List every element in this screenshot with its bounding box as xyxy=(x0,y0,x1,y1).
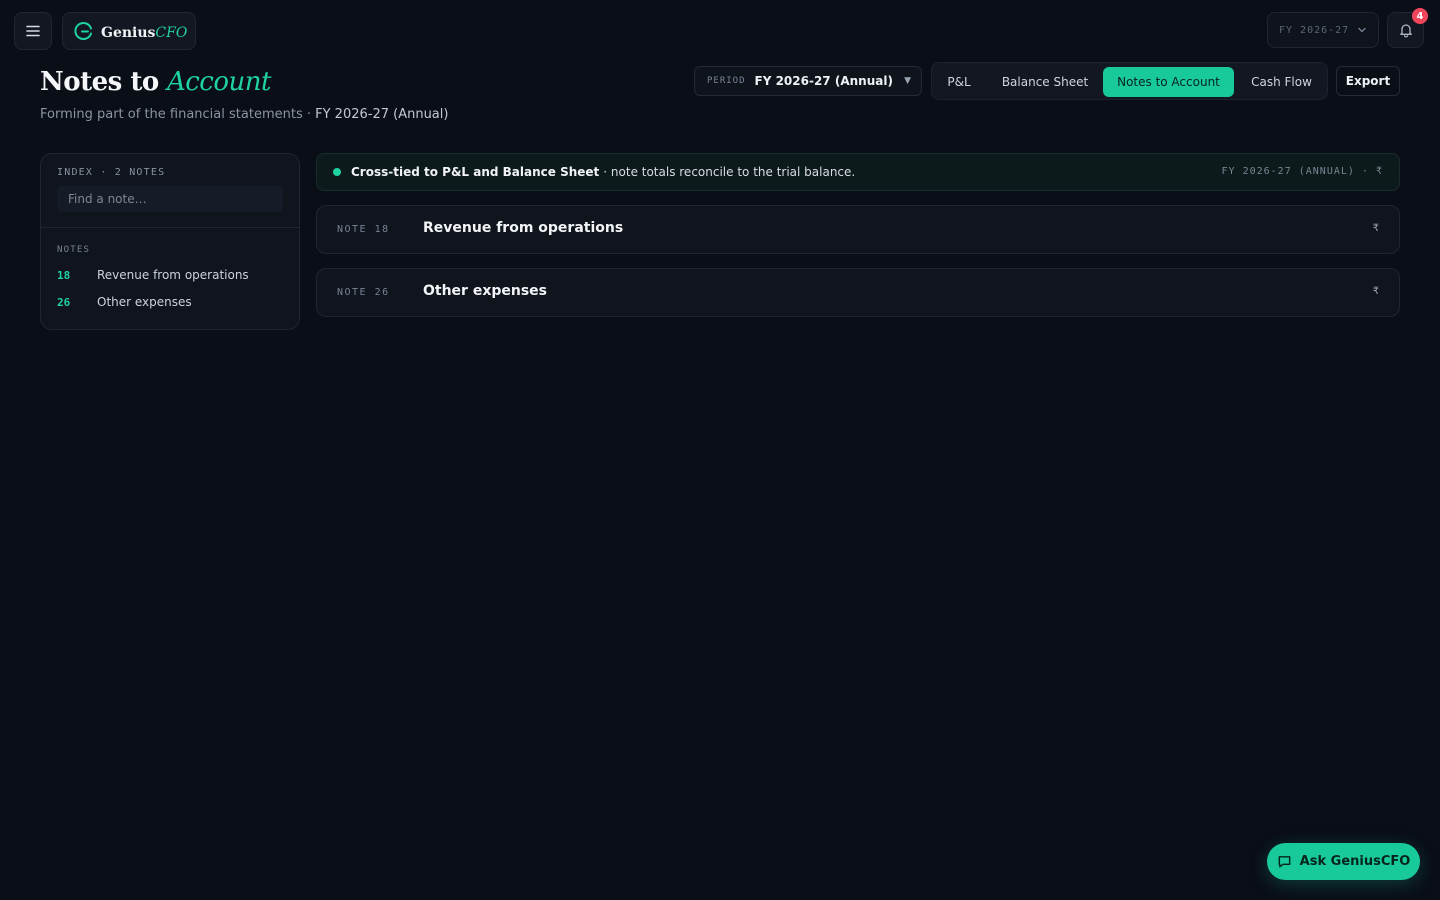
page-title: Notes to Account xyxy=(40,64,271,100)
hamburger-icon xyxy=(26,25,40,37)
tab-notes-to-account[interactable]: Notes to Account xyxy=(1103,67,1234,97)
note-card-18[interactable]: NOTE 18 Revenue from operations ₹ xyxy=(316,205,1400,254)
tab-balance-sheet[interactable]: Balance Sheet xyxy=(990,67,1100,97)
tab-cash-flow[interactable]: Cash Flow xyxy=(1241,67,1322,97)
note-tag: NOTE 18 xyxy=(337,224,390,235)
fy-selector[interactable]: FY 2026-27 xyxy=(1267,12,1379,48)
sidebar-item-label: Other expenses xyxy=(97,295,192,309)
fy-selector-label: FY 2026-27 xyxy=(1279,24,1350,36)
sidebar-divider xyxy=(41,227,299,228)
brand-accent: CFO xyxy=(155,24,188,41)
bell-icon xyxy=(1399,24,1412,38)
sidebar-item-label: Revenue from operations xyxy=(97,268,249,282)
page-title-accent: Account xyxy=(166,67,272,97)
period-value: FY 2026-27 (Annual) xyxy=(754,74,893,88)
note-title: Revenue from operations xyxy=(423,220,624,236)
banner-title: Cross-tied to P&L and Balance Sheet xyxy=(351,165,600,179)
note-card-26[interactable]: NOTE 26 Other expenses ₹ xyxy=(316,268,1400,317)
index-label: INDEX · 2 NOTES xyxy=(57,167,166,178)
period-dropdown[interactable]: PERIOD FY 2026-27 (Annual) ▼ xyxy=(694,66,922,96)
genius-logo-icon xyxy=(74,22,92,40)
sidebar-item-note-18[interactable]: 18 Revenue from operations xyxy=(57,265,283,285)
sidebar-item-number: 18 xyxy=(57,268,71,282)
banner-meta: FY 2026-27 (ANNUAL) · ₹ xyxy=(1221,166,1383,177)
notification-badge: 4 xyxy=(1412,8,1428,24)
chat-bubble-icon xyxy=(1278,856,1291,868)
note-tag: NOTE 26 xyxy=(337,287,390,298)
page-subtitle: Forming part of the financial statements… xyxy=(40,107,448,122)
reconciliation-banner: Cross-tied to P&L and Balance Sheet · no… xyxy=(316,153,1400,191)
sidebar-item-note-26[interactable]: 26 Other expenses xyxy=(57,292,283,312)
menu-button[interactable] xyxy=(14,12,52,50)
export-button[interactable]: Export xyxy=(1336,66,1400,96)
ask-assistant-label: Ask GeniusCFO xyxy=(1299,854,1411,869)
note-title: Other expenses xyxy=(423,283,548,299)
top-bar: GeniusCFO FY 2026-27 4 xyxy=(0,0,1440,62)
brand-name: Genius xyxy=(101,24,156,41)
sidebar-item-number: 26 xyxy=(57,295,71,309)
period-label: PERIOD xyxy=(707,76,746,86)
brand-logo[interactable]: GeniusCFO xyxy=(62,12,196,50)
subtitle-period: FY 2026-27 (Annual) xyxy=(315,107,449,122)
notes-section-label: NOTES xyxy=(57,245,91,255)
currency-label: ₹ xyxy=(1372,223,1379,234)
banner-text: · note totals reconcile to the trial bal… xyxy=(603,165,856,179)
note-search-input[interactable] xyxy=(57,186,283,212)
subtitle-lead: Forming part of the financial statements… xyxy=(40,107,311,122)
currency-label: ₹ xyxy=(1372,286,1379,297)
statement-tabs: P&L Balance Sheet Notes to Account Cash … xyxy=(931,62,1328,100)
caret-down-icon: ▼ xyxy=(904,76,911,86)
notes-index-panel: INDEX · 2 NOTES NOTES 18 Revenue from op… xyxy=(40,153,300,330)
tab-pl[interactable]: P&L xyxy=(938,67,980,97)
ask-assistant-button[interactable]: Ask GeniusCFO xyxy=(1267,843,1420,880)
chevron-down-icon xyxy=(1358,27,1366,33)
status-dot xyxy=(333,168,341,176)
page-title-main: Notes to xyxy=(40,67,159,97)
